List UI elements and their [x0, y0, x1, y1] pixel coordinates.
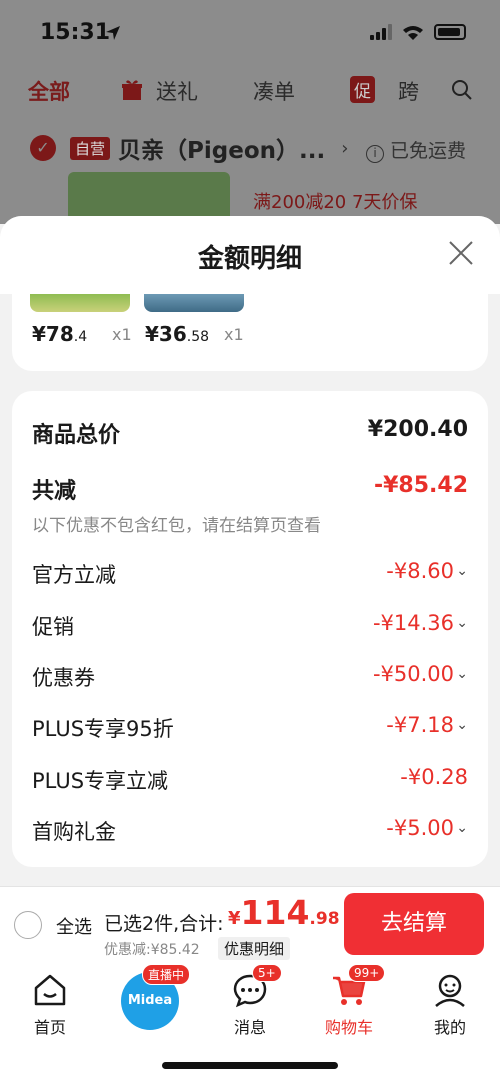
item-qty: x1 — [112, 325, 132, 344]
tab-gift: 送礼 — [156, 80, 198, 104]
items-card: ¥78.4 x1 ¥36.58 x1 — [12, 294, 488, 371]
chevron-down-icon: ⌄ — [456, 615, 468, 631]
coupon-row[interactable]: 优惠券 -¥50.00 ⌄ — [32, 662, 468, 694]
self-operated-badge: 自营 — [70, 136, 111, 160]
plus-reduce-row: PLUS专享立减 -¥0.28 — [32, 765, 468, 797]
chevron-down-icon: ⌄ — [456, 666, 468, 682]
item-qty: x1 — [224, 325, 244, 344]
profile-icon — [435, 974, 465, 1007]
chevron-right-icon: › — [341, 137, 349, 159]
discount-note: 以下优惠不包含红包，请在结算页查看 — [32, 516, 321, 536]
item-price: ¥36.58 — [145, 322, 210, 346]
row-label: 官方立减 — [32, 563, 116, 587]
total-reduce-row: 共减 -¥85.42 — [32, 473, 468, 505]
wifi-icon — [403, 26, 423, 40]
row-value: -¥7.18 — [386, 713, 454, 737]
row-label: 优惠券 — [32, 666, 95, 690]
battery-icon — [434, 24, 466, 40]
sheet-header: 金额明细 — [0, 216, 500, 294]
search-icon — [452, 80, 472, 100]
plus-95-row[interactable]: PLUS专享95折 -¥7.18 ⌄ — [32, 713, 468, 745]
messages-badge: 5+ — [252, 964, 282, 982]
status-time: 15:31 — [40, 20, 111, 45]
status-icons — [370, 24, 466, 40]
row-value: -¥85.42 — [373, 473, 468, 498]
tab-all: 全部 — [28, 80, 70, 104]
row-value: -¥5.00 — [386, 816, 454, 840]
home-icon — [34, 974, 66, 1006]
row-value: -¥8.60 — [386, 559, 454, 583]
chevron-down-icon: ⌄ — [456, 717, 468, 733]
discount-summary: 优惠减:¥85.42 — [104, 942, 200, 958]
select-all-checkbox[interactable] — [14, 911, 42, 939]
gift-icon — [122, 80, 142, 100]
home-indicator — [162, 1062, 338, 1069]
select-all-label[interactable]: 全选 — [56, 913, 92, 939]
product-thumbnail — [144, 294, 244, 312]
bottom-nav: 首页 Midea 直播中 消息 5+ 购物车 99+ 我的 — [0, 962, 500, 1083]
official-reduce-row[interactable]: 官方立减 -¥8.60 ⌄ — [32, 559, 468, 591]
chevron-down-icon: ⌄ — [456, 820, 468, 836]
row-value: -¥14.36 — [372, 611, 454, 635]
bg-promo-text: 满200减20 7天价保 — [253, 192, 418, 213]
row-value: -¥50.00 — [372, 662, 454, 686]
sheet-title: 金额明细 — [197, 244, 302, 274]
product-thumbnail — [30, 294, 130, 312]
live-badge: 直播中 — [142, 964, 191, 985]
row-label: 首购礼金 — [32, 820, 116, 844]
amount-detail-sheet: 金额明细 ¥78.4 x1 ¥36.58 x1 商品总价 ¥200.40 共减 … — [0, 216, 500, 886]
bg-product-image — [68, 172, 230, 222]
total-amount: ¥114.98 — [228, 893, 340, 932]
chevron-down-icon: ⌄ — [456, 563, 468, 579]
row-label: 共减 — [32, 479, 77, 504]
checkout-button[interactable]: 去结算 — [344, 893, 484, 955]
shop-name: 贝亲（Pigeon）... — [118, 138, 326, 164]
tab-bundle: 凑单 — [253, 80, 295, 104]
total-price-row: 商品总价 ¥200.40 — [32, 417, 468, 449]
row-label: PLUS专享立减 — [32, 769, 169, 793]
promo-tab-badge: 促 — [350, 76, 375, 103]
breakdown-card: 商品总价 ¥200.40 共减 -¥85.42 以下优惠不包含红包，请在结算页查… — [12, 391, 488, 867]
row-value: ¥200.40 — [367, 417, 468, 442]
selected-summary: 已选2件,合计: — [104, 913, 224, 935]
cart-badge: 99+ — [348, 964, 386, 982]
discount-detail-link[interactable]: 优惠明细 — [218, 937, 291, 960]
info-icon: i — [365, 145, 384, 163]
nav-mine[interactable]: 我的 — [410, 972, 490, 1037]
location-arrow-icon — [106, 26, 120, 40]
bg-shop-row: ✓ 自营 贝亲（Pigeon）... › i 已免运费 — [14, 126, 500, 170]
row-label: 促销 — [32, 615, 74, 639]
row-label: 商品总价 — [32, 423, 121, 448]
promotion-row[interactable]: 促销 -¥14.36 ⌄ — [32, 611, 468, 643]
close-icon[interactable] — [446, 238, 476, 268]
free-shipping: i 已免运费 — [365, 136, 466, 163]
bg-tabs: 全部 送礼 凑单 促 跨 — [0, 76, 500, 112]
background-cart-page: 全部 送礼 凑单 促 跨 ✓ 自营 贝亲（Pigeon）... › i 已免运费 … — [0, 64, 500, 224]
signal-icon — [370, 24, 392, 40]
row-value: -¥0.28 — [400, 765, 468, 789]
tab-cross-border: 跨 — [398, 80, 419, 104]
first-purchase-row[interactable]: 首购礼金 -¥5.00 ⌄ — [32, 816, 468, 848]
row-label: PLUS专享95折 — [32, 717, 174, 741]
shop-check-icon: ✓ — [30, 135, 56, 161]
checkout-bar: 全选 已选2件,合计: ¥114.98 优惠减:¥85.42 优惠明细 去结算 — [0, 886, 500, 962]
nav-home[interactable]: 首页 — [10, 972, 90, 1037]
status-bar: 15:31 — [0, 0, 500, 64]
item-price: ¥78.4 — [32, 322, 88, 346]
